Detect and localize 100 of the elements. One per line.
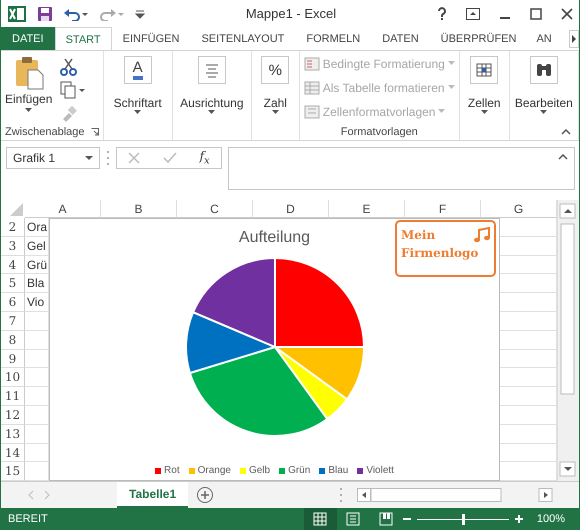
align-center-icon [198, 56, 226, 84]
table-cell[interactable] [500, 236, 557, 256]
ribbon-tab[interactable]: ÜBERPRÜFEN [430, 27, 528, 50]
zoom-in-icon[interactable] [514, 515, 523, 523]
table-cell[interactable] [500, 350, 557, 368]
column-header[interactable]: A [25, 200, 101, 218]
table-cell[interactable] [500, 218, 557, 237]
grip-icon [339, 486, 343, 504]
column-header[interactable]: C [177, 200, 253, 218]
table-cell[interactable] [25, 387, 49, 406]
file-tab[interactable]: DATEI [1, 27, 55, 50]
table-cell[interactable] [25, 350, 49, 368]
ribbon-button[interactable]: Ausrichtung [180, 54, 244, 115]
ribbon-tab[interactable]: SEITENLAYOUT [190, 27, 296, 50]
ribbon-tab[interactable]: START [54, 27, 112, 50]
column-header[interactable]: B [101, 200, 177, 218]
collapse-ribbon-icon[interactable] [561, 129, 571, 135]
vertical-scrollbar[interactable] [557, 200, 579, 481]
ribbon-tab[interactable]: EINFÜGEN [112, 27, 190, 50]
clipboard-icon [14, 56, 44, 90]
table-cell[interactable] [500, 330, 557, 350]
ribbon-button[interactable]: Bearbeiten [514, 54, 573, 115]
table-cell[interactable] [25, 444, 49, 462]
table-cell[interactable] [500, 312, 557, 331]
sheet-tab[interactable]: Tabelle1 [117, 482, 188, 508]
table-cell[interactable] [500, 462, 557, 481]
customize-icon[interactable] [135, 8, 145, 18]
group-label: Formatvorlagen [340, 126, 418, 138]
table-cell[interactable] [25, 312, 49, 331]
scissors-icon[interactable] [60, 58, 78, 76]
redo-icon[interactable] [99, 6, 125, 20]
column-header[interactable]: E [329, 200, 405, 218]
table-cell[interactable] [500, 406, 557, 425]
legend-label: Violett [366, 465, 394, 476]
table-cell[interactable] [500, 293, 557, 312]
status-text: BEREIT [8, 513, 49, 525]
close-icon[interactable] [561, 8, 573, 20]
column-header[interactable]: G [481, 200, 557, 218]
dialog-launcher-icon[interactable] [90, 128, 98, 136]
caret-icon [25, 108, 32, 113]
undo-icon[interactable] [63, 6, 89, 20]
dropdown-arrow-icon[interactable] [85, 156, 93, 160]
legend-label: Grün [288, 465, 310, 476]
table-cell[interactable] [25, 368, 49, 388]
cancel-icon[interactable] [128, 152, 140, 164]
table-cell[interactable]: Ora [25, 218, 49, 237]
insert-function-button[interactable]: f$_{x}$ [200, 149, 210, 167]
normal-view-button[interactable] [304, 508, 337, 530]
caret-icon [438, 109, 446, 114]
ribbon-tab[interactable]: DATEN [371, 27, 430, 50]
scroll-right-icon[interactable] [569, 30, 579, 48]
ribbon-button[interactable]: % Zahl [261, 54, 290, 115]
table-cell[interactable] [25, 330, 49, 350]
logo-text: Firmenlogo [401, 246, 480, 260]
table-cell[interactable] [25, 462, 49, 481]
copy-icon[interactable] [60, 81, 86, 99]
ribbon-tab[interactable]: FORMELN [295, 27, 372, 50]
previous-sheet-icon[interactable] [27, 490, 35, 500]
table-cell[interactable] [25, 406, 49, 425]
conditional-format-icon [304, 56, 320, 70]
table-cell[interactable] [25, 424, 49, 444]
ribbon-display-icon[interactable] [466, 8, 480, 20]
ribbon-button[interactable]: Zellen [468, 54, 501, 115]
horizontal-scrollbar[interactable] [357, 488, 553, 502]
table-cell[interactable]: Gel [25, 236, 49, 256]
group-label: Zwischenablage [5, 126, 84, 138]
table-cell[interactable] [500, 424, 557, 444]
table-cell[interactable]: Bla [25, 274, 49, 294]
help-icon[interactable] [437, 6, 447, 20]
ribbon-tab[interactable]: AN [527, 27, 567, 50]
cells-icon [470, 56, 498, 84]
table-cell[interactable]: Grü [25, 256, 49, 274]
column-header[interactable]: D [253, 200, 329, 218]
music-note-icon [474, 227, 490, 243]
chart-title: Aufteilung [238, 229, 310, 247]
caret-icon [540, 110, 548, 115]
add-sheet-icon[interactable] [196, 486, 214, 504]
enter-icon[interactable] [162, 152, 177, 164]
table-cell[interactable] [500, 444, 557, 462]
page-break-icon [379, 512, 394, 526]
excel-logo-icon[interactable] [7, 4, 27, 22]
column-header[interactable]: F [405, 200, 481, 218]
name-box[interactable]: Grafik 1 [6, 147, 100, 169]
save-icon[interactable] [37, 6, 53, 22]
formula-input[interactable] [228, 147, 575, 190]
paste-button[interactable]: Einfügen [5, 54, 52, 124]
table-cell[interactable] [500, 256, 557, 274]
ribbon-button[interactable]: A Schriftart [114, 54, 162, 115]
zoom-slider-thumb[interactable] [462, 514, 465, 524]
expand-icon[interactable] [558, 154, 568, 160]
next-sheet-icon[interactable] [43, 490, 51, 500]
table-cell[interactable] [500, 274, 557, 294]
table-cell[interactable] [500, 368, 557, 388]
table-cell[interactable] [500, 387, 557, 406]
table-cell[interactable]: Vio [25, 293, 49, 312]
legend-label: Orange [198, 465, 231, 476]
caret-icon [272, 110, 279, 115]
zoom-out-icon[interactable] [402, 515, 411, 523]
zoom-level[interactable]: 100% [536, 513, 565, 525]
maximize-icon[interactable] [530, 8, 542, 20]
